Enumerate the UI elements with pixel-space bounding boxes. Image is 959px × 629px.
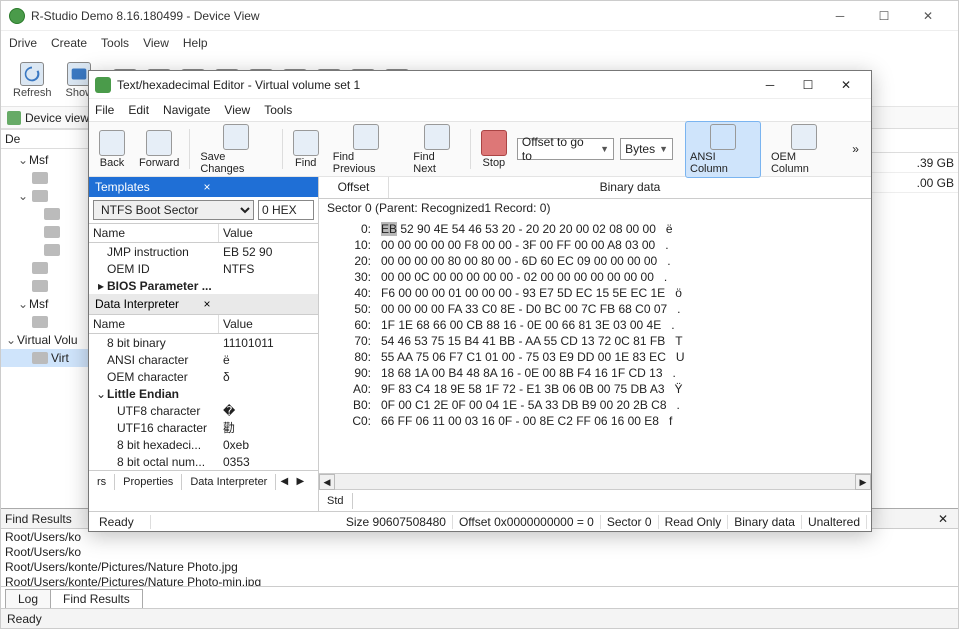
menu-drive[interactable]: Drive — [9, 36, 37, 50]
left-tab-rs[interactable]: rs — [89, 474, 115, 490]
interpreter-row[interactable]: OEM characterδ — [89, 368, 318, 385]
stop-button[interactable]: Stop — [477, 128, 511, 171]
hex-menu-edit[interactable]: Edit — [128, 103, 149, 117]
hex-statusbar: Ready Size 90607508480 Offset 0x00000000… — [89, 511, 871, 531]
interpreter-close-icon[interactable]: × — [200, 297, 313, 311]
hex-row[interactable]: 60:1F 1E 68 66 00 CB 88 16 - 0E 00 66 81… — [327, 317, 863, 333]
offset-select[interactable]: Offset to go to▼ — [517, 138, 614, 160]
find-result-line[interactable]: Root/Users/ko — [5, 545, 954, 560]
hex-row[interactable]: 20:00 00 00 00 80 00 80 00 - 6D 60 EC 09… — [327, 253, 863, 269]
find-results-body[interactable]: Root/Users/koRoot/Users/koRoot/Users/kon… — [1, 529, 958, 586]
hex-row[interactable]: 50:00 00 00 00 FA 33 C0 8E - D0 BC 00 7C… — [327, 301, 863, 317]
hex-menu-file[interactable]: File — [95, 103, 114, 117]
tab-log[interactable]: Log — [5, 589, 51, 608]
menu-view[interactable]: View — [143, 36, 169, 50]
hex-dump[interactable]: 0:EB 52 90 4E 54 46 53 20 - 20 20 20 00 … — [319, 217, 871, 473]
hex-editor-window: Text/hexadecimal Editor - Virtual volume… — [88, 70, 872, 532]
main-titlebar: R-Studio Demo 8.16.180499 - Device View … — [1, 1, 958, 31]
tab-find-results[interactable]: Find Results — [50, 589, 143, 608]
interpreter-row[interactable]: 8 bit binary11101011 — [89, 334, 318, 351]
left-tabs-prev-icon[interactable]: ◀ — [276, 476, 292, 487]
unit-select[interactable]: Bytes▼ — [620, 138, 673, 160]
main-close-button[interactable]: ✕ — [906, 2, 950, 30]
data-interpreter-title: Data Interpreter× — [89, 294, 318, 314]
hex-row[interactable]: A0:9F 83 C4 18 9E 58 1F 72 - E1 3B 06 0B… — [327, 381, 863, 397]
hex-row[interactable]: 90:18 68 1A 00 B4 48 8A 16 - 0E 00 8B F4… — [327, 365, 863, 381]
find-result-line[interactable]: Root/Users/ko — [5, 530, 954, 545]
oem-column-button[interactable]: OEM Column — [767, 122, 840, 177]
template-offset-input[interactable] — [258, 200, 314, 220]
ansi-column-button[interactable]: ANSI Column — [685, 121, 761, 178]
find-previous-button[interactable]: Find Previous — [329, 122, 404, 177]
interpreter-row[interactable]: UTF16 character勸 — [89, 419, 318, 436]
left-tab-data-interpreter[interactable]: Data Interpreter — [182, 474, 276, 490]
hex-app-icon — [95, 77, 111, 93]
forward-button[interactable]: Forward — [135, 128, 183, 171]
left-tabs-next-icon[interactable]: ▶ — [292, 476, 308, 487]
hex-horizontal-scrollbar[interactable]: ◀ ▶ — [319, 473, 871, 489]
templates-close-icon[interactable]: × — [200, 180, 313, 194]
hex-row[interactable]: 40:F6 00 00 00 01 00 00 00 - 93 E7 5D EC… — [327, 285, 863, 301]
hex-row[interactable]: 10:00 00 00 00 00 F8 00 00 - 3F 00 FF 00… — [327, 237, 863, 253]
interpreter-row[interactable]: ANSI characterë — [89, 351, 318, 368]
main-minimize-button[interactable]: ─ — [818, 2, 862, 30]
bios-parameter-expand[interactable]: ▸BIOS Parameter ... — [89, 277, 318, 294]
toolbar-overflow-icon[interactable]: » — [846, 142, 865, 156]
hex-menu-navigate[interactable]: Navigate — [163, 103, 210, 117]
find-result-line[interactable]: Root/Users/konte/Pictures/Nature Photo-m… — [5, 575, 954, 586]
hex-minimize-button[interactable]: ─ — [751, 72, 789, 98]
hex-menubar: File Edit Navigate View Tools — [89, 99, 871, 121]
hex-close-button[interactable]: ✕ — [827, 72, 865, 98]
hex-row[interactable]: B0:0F 00 C1 2E 0F 00 04 1E - 5A 33 DB B9… — [327, 397, 863, 413]
scroll-right-icon[interactable]: ▶ — [855, 474, 871, 490]
interpreter-row[interactable]: UTF8 character� — [89, 402, 318, 419]
main-window-title: R-Studio Demo 8.16.180499 - Device View — [31, 9, 818, 23]
app-icon — [9, 8, 25, 24]
hex-row[interactable]: 70:54 46 53 75 15 B4 41 BB - AA 55 CD 13… — [327, 333, 863, 349]
hex-toolbar: Back Forward Save Changes Find Find Prev… — [89, 121, 871, 177]
main-statusbar: Ready — [1, 608, 958, 628]
main-menubar: Drive Create Tools View Help — [1, 31, 958, 55]
save-changes-button[interactable]: Save Changes — [196, 122, 275, 177]
little-endian-expand[interactable]: ⌄Little Endian — [89, 385, 318, 402]
template-row[interactable]: OEM IDNTFS — [89, 260, 318, 277]
menu-help[interactable]: Help — [183, 36, 208, 50]
hex-maximize-button[interactable]: ☐ — [789, 72, 827, 98]
templates-panel-title: Templates× — [89, 177, 318, 197]
hex-row[interactable]: 30:00 00 0C 00 00 00 00 00 - 02 00 00 00… — [327, 269, 863, 285]
hex-row[interactable]: 80:55 AA 75 06 F7 C1 01 00 - 75 03 E9 DD… — [327, 349, 863, 365]
hex-row[interactable]: 0:EB 52 90 4E 54 46 53 20 - 20 20 20 00 … — [327, 221, 863, 237]
sector-label: Sector 0 (Parent: Recognized1 Record: 0) — [319, 199, 871, 217]
hex-titlebar: Text/hexadecimal Editor - Virtual volume… — [89, 71, 871, 99]
left-tab-properties[interactable]: Properties — [115, 474, 182, 490]
scroll-left-icon[interactable]: ◀ — [319, 474, 335, 490]
main-maximize-button[interactable]: ☐ — [862, 2, 906, 30]
menu-tools[interactable]: Tools — [101, 36, 129, 50]
find-next-button[interactable]: Find Next — [409, 122, 464, 177]
hex-menu-tools[interactable]: Tools — [264, 103, 292, 117]
interpreter-row[interactable]: 8 bit hexadeci...0xeb — [89, 436, 318, 453]
device-view-icon — [7, 111, 21, 125]
interpreter-row[interactable]: 8 bit octal num...0353 — [89, 453, 318, 470]
find-button[interactable]: Find — [289, 128, 323, 171]
template-row[interactable]: JMP instructionEB 52 90 — [89, 243, 318, 260]
find-results-close-icon[interactable]: ✕ — [932, 512, 954, 526]
refresh-button[interactable]: Refresh — [9, 60, 56, 101]
menu-create[interactable]: Create — [51, 36, 87, 50]
binary-column-header: Binary data — [389, 177, 871, 198]
hex-tab-std[interactable]: Std — [319, 493, 353, 509]
find-result-line[interactable]: Root/Users/konte/Pictures/Nature Photo.j… — [5, 560, 954, 575]
hex-menu-view[interactable]: View — [224, 103, 250, 117]
back-button[interactable]: Back — [95, 128, 129, 171]
hex-row[interactable]: C0:66 FF 06 11 00 03 16 0F - 00 8E C2 FF… — [327, 413, 863, 429]
offset-column-header: Offset — [319, 177, 389, 198]
template-select[interactable]: NTFS Boot Sector — [93, 200, 254, 220]
